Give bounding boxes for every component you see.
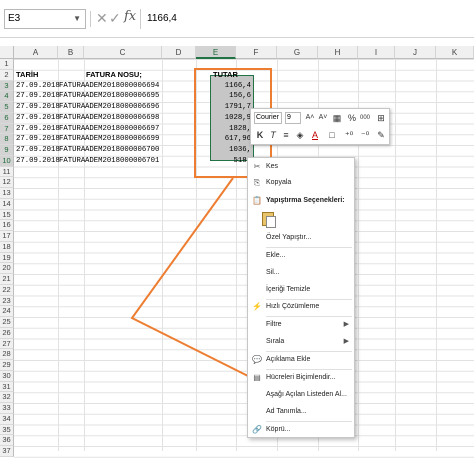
scissors-icon: ✂ — [253, 162, 261, 171]
format-painter-icon[interactable]: ⊞ — [375, 112, 387, 124]
menu-item-label: Kopyala — [266, 179, 292, 186]
font-size-box[interactable]: 9 — [285, 112, 301, 124]
menu-item-cut[interactable]: ✂ Kes — [248, 160, 354, 174]
menu-separator — [266, 351, 352, 352]
chevron-right-icon: ▶ — [343, 338, 349, 345]
menu-item-pick-from-list[interactable]: Aşağı Açılan Listeden Al... — [248, 388, 354, 402]
decrease-decimal-icon[interactable]: ⁻⁰ — [359, 129, 371, 141]
menu-item-label: İçeriği Temizle — [266, 286, 311, 293]
link-icon: 🔗 — [252, 425, 262, 434]
menu-item-filter[interactable]: Filtre ▶ — [248, 318, 354, 332]
menu-item-insert[interactable]: Ekle... — [248, 249, 354, 263]
menu-separator — [266, 247, 352, 248]
row-header-37[interactable]: 37 — [0, 446, 14, 457]
menu-item-format-cells[interactable]: ▤ Hücreleri Biçimlendir... — [248, 371, 354, 385]
comment-icon: 💬 — [252, 355, 262, 364]
menu-item-hyperlink[interactable]: 🔗 Köprü... — [248, 423, 354, 437]
align-center-button[interactable]: ≡ — [280, 129, 292, 141]
quick-analysis-icon: ⚡ — [252, 302, 262, 311]
copy-icon: ⎘ — [253, 178, 261, 187]
menu-item-label: Açıklama Ekle — [266, 356, 311, 363]
bold-button[interactable]: K — [254, 129, 266, 141]
menu-item-label: Hızlı Çözümleme — [266, 303, 320, 310]
font-name-box[interactable]: Courier N — [254, 112, 282, 124]
comma-style-button[interactable]: 000 — [359, 112, 371, 124]
menu-item-label: Ekle... — [266, 252, 286, 259]
menu-separator — [266, 369, 352, 370]
menu-item-label: Özel Yapıştır... — [266, 234, 312, 241]
menu-item-label: Sil... — [266, 269, 280, 276]
menu-item-label: Yapıştırma Seçenekleri: — [266, 197, 345, 204]
percent-style-button[interactable]: % — [346, 112, 358, 124]
context-menu: ✂ Kes ⎘ Kopyala 📋 Yapıştırma Seçenekleri: Ö… — [247, 157, 355, 438]
menu-separator — [266, 316, 352, 317]
font-color-button[interactable]: A — [309, 129, 321, 141]
mini-toolbar: Courier N 9 A˄ A˅ ▦ % 000 ⊞ K T ≡ ◈ A □ … — [250, 108, 390, 145]
menu-item-paste-special[interactable]: Özel Yapıştır... — [248, 231, 354, 245]
menu-item-paste-options: 📋 Yapıştırma Seçenekleri: — [248, 194, 354, 208]
menu-item-clear-contents[interactable]: İçeriği Temizle — [248, 283, 354, 297]
menu-item-sort[interactable]: Sırala ▶ — [248, 335, 354, 349]
paste-icon: 📋 — [252, 196, 262, 205]
menu-item-define-name[interactable]: Ad Tanımla... — [248, 405, 354, 419]
increase-decimal-icon[interactable]: ⁺⁰ — [343, 129, 355, 141]
decrease-font-icon[interactable]: A˅ — [317, 112, 329, 124]
menu-item-quick-analysis[interactable]: ⚡ Hızlı Çözümleme — [248, 300, 354, 314]
menu-item-label: Filtre — [266, 321, 282, 328]
menu-item-label: Hücreleri Biçimlendir... — [266, 374, 336, 381]
menu-item-label: Köprü... — [266, 426, 291, 433]
borders-icon[interactable]: □ — [326, 129, 338, 141]
menu-item-label: Sırala — [266, 338, 285, 345]
paste-option-icon[interactable] — [262, 212, 276, 228]
menu-item-delete[interactable]: Sil... — [248, 266, 354, 280]
fill-color-icon[interactable]: ◈ — [294, 129, 306, 141]
format-cells-icon: ▤ — [253, 373, 261, 382]
chevron-right-icon: ▶ — [343, 321, 349, 328]
menu-separator — [266, 421, 352, 422]
increase-font-icon[interactable]: A˄ — [304, 112, 316, 124]
menu-item-add-comment[interactable]: 💬 Açıklama Ekle — [248, 353, 354, 367]
menu-item-label: Kes — [266, 163, 279, 170]
clear-icon[interactable]: ✎ — [375, 129, 387, 141]
annotation-connector — [130, 177, 249, 377]
italic-button[interactable]: T — [267, 129, 279, 141]
menu-item-copy[interactable]: ⎘ Kopyala — [248, 176, 354, 190]
menu-item-label: Ad Tanımla... — [266, 408, 307, 415]
currency-format-icon[interactable]: ▦ — [331, 112, 343, 124]
menu-item-label: Aşağı Açılan Listeden Al... — [266, 391, 347, 398]
